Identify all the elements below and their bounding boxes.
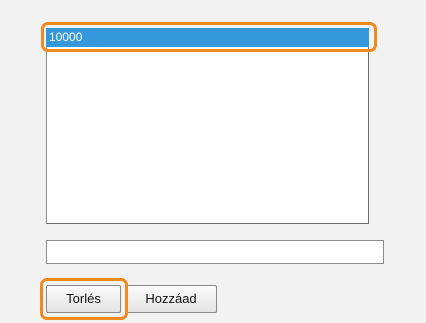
entry-input[interactable] — [46, 240, 384, 264]
list-item[interactable]: 10000 — [46, 28, 369, 47]
address-listbox[interactable] — [46, 28, 369, 224]
delete-button[interactable]: Torlés — [46, 285, 121, 313]
add-button[interactable]: Hozzáad — [125, 285, 217, 313]
